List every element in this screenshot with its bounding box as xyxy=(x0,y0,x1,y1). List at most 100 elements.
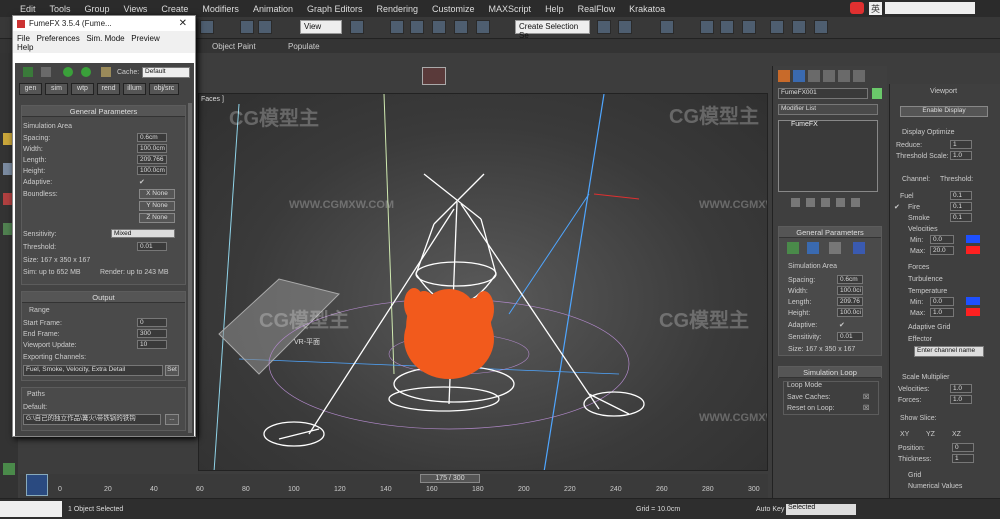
curve-editor-icon[interactable] xyxy=(700,20,714,34)
fumefx-render-thumb-icon[interactable] xyxy=(422,67,446,85)
timeline[interactable]: 175 / 300 0 20 40 60 80 100 120 140 160 180 200 220… xyxy=(20,474,768,498)
snap-icon[interactable] xyxy=(390,20,404,34)
menu-realflow[interactable]: RealFlow xyxy=(578,4,616,14)
sensitivity-select[interactable]: Mixed xyxy=(111,229,175,238)
tab-wtp[interactable]: wtp xyxy=(71,83,94,95)
smoke-threshold-field[interactable]: 0.1 xyxy=(950,213,972,222)
enable-display-button[interactable]: Enable Display xyxy=(900,106,988,117)
set-channels-button[interactable]: Set xyxy=(165,365,179,376)
fumefx-titlebar[interactable]: FumeFX 3.5.4 (Fume... ✕ xyxy=(13,16,195,31)
slice-position-field[interactable]: 0 xyxy=(952,443,974,452)
remove-modifier-icon[interactable] xyxy=(836,198,845,207)
slice-thickness-field[interactable]: 1 xyxy=(952,454,974,463)
populate-tab[interactable]: Populate xyxy=(288,42,320,51)
fume-menu-preferences[interactable]: Preferences xyxy=(37,34,80,43)
spacing-field[interactable]: 0.6cm xyxy=(137,133,167,142)
fire-checkbox[interactable]: ✔ xyxy=(894,203,900,211)
ime-logo-icon[interactable] xyxy=(850,2,864,14)
select-rotate-icon[interactable] xyxy=(258,20,272,34)
angle-snap-icon[interactable] xyxy=(410,20,424,34)
stack-item-fumefx[interactable]: FumeFX xyxy=(779,121,877,131)
fumefx-wavelet-icon[interactable] xyxy=(853,242,865,254)
menu-graph-editors[interactable]: Graph Editors xyxy=(307,4,363,14)
render-icon[interactable] xyxy=(814,20,828,34)
vel-min-field[interactable]: 0.0 xyxy=(930,235,954,244)
temp-min-field[interactable]: 0.0 xyxy=(930,297,954,306)
general-title[interactable]: General Parameters xyxy=(22,106,185,117)
temp-min-color[interactable] xyxy=(966,297,980,305)
material-editor-icon[interactable] xyxy=(742,20,756,34)
key-filter-select[interactable]: Selected xyxy=(786,504,856,515)
utilities-tab-icon[interactable] xyxy=(853,70,865,82)
display-tab-icon[interactable] xyxy=(838,70,850,82)
modifier-list-select[interactable]: Modifier List xyxy=(778,104,878,115)
sim-loop-title[interactable]: Simulation Loop xyxy=(779,367,881,378)
save-caches-checkbox[interactable]: ☒ xyxy=(863,393,869,401)
vel-max-color[interactable] xyxy=(966,246,980,254)
turbulence-channel[interactable]: Turbulence xyxy=(908,276,943,283)
menu-views[interactable]: Views xyxy=(124,4,148,14)
reset-on-loop-checkbox[interactable]: ☒ xyxy=(863,404,869,412)
tab-gen[interactable]: gen xyxy=(19,83,42,95)
fuel-threshold-field[interactable]: 0.1 xyxy=(950,191,972,200)
menu-rendering[interactable]: Rendering xyxy=(377,4,419,14)
percent-snap-icon[interactable] xyxy=(432,20,446,34)
pin-stack-icon[interactable] xyxy=(791,198,800,207)
forces-channel[interactable]: Forces xyxy=(908,264,929,271)
hierarchy-tab-icon[interactable] xyxy=(808,70,820,82)
fume-menu-preview[interactable]: Preview xyxy=(131,34,159,43)
fume-menu-help[interactable]: Help xyxy=(17,43,33,52)
tab-rend[interactable]: rend xyxy=(97,83,120,95)
vel-min-color[interactable] xyxy=(966,235,980,243)
unlink-icon[interactable] xyxy=(200,20,214,34)
effector-channel[interactable]: Effector xyxy=(908,336,932,343)
fume-menu-sim-mode[interactable]: Sim. Mode xyxy=(86,34,124,43)
cmd-sensitivity-field[interactable]: 0.01 xyxy=(837,332,863,341)
edit-named-sel-icon[interactable] xyxy=(476,20,490,34)
slice-xz-radio[interactable]: XZ xyxy=(952,431,961,438)
scale-forces-field[interactable]: 1.0 xyxy=(950,395,972,404)
viewport-layout-icon[interactable] xyxy=(26,474,48,496)
fire-channel[interactable]: Fire xyxy=(908,204,920,211)
reduce-field[interactable]: 1 xyxy=(950,140,972,149)
modify-tab-icon[interactable] xyxy=(793,70,805,82)
menu-krakatoa[interactable]: Krakatoa xyxy=(629,4,665,14)
temperature-channel[interactable]: Temperature xyxy=(908,288,947,295)
temp-max-field[interactable]: 1.0 xyxy=(930,308,954,317)
schematic-icon[interactable] xyxy=(720,20,734,34)
start-frame-field[interactable]: 0 xyxy=(137,318,167,327)
smoke-channel[interactable]: Smoke xyxy=(908,215,930,222)
fuel-channel[interactable]: Fuel xyxy=(900,193,914,200)
adaptive-grid-channel[interactable]: Adaptive Grid xyxy=(908,324,950,331)
menu-edit[interactable]: Edit xyxy=(20,4,36,14)
spinner-snap-icon[interactable] xyxy=(454,20,468,34)
fumefx-sim-icon[interactable] xyxy=(829,242,841,254)
show-end-result-icon[interactable] xyxy=(806,198,815,207)
make-unique-icon[interactable] xyxy=(821,198,830,207)
width-field[interactable]: 100.0cm xyxy=(137,144,167,153)
layer-icon[interactable] xyxy=(660,20,674,34)
select-move-icon[interactable] xyxy=(240,20,254,34)
scale-velocities-field[interactable]: 1.0 xyxy=(950,384,972,393)
tree-icon[interactable] xyxy=(3,463,15,475)
tab-sim[interactable]: sim xyxy=(45,83,68,95)
play-icon[interactable] xyxy=(63,67,73,77)
end-frame-field[interactable]: 300 xyxy=(137,329,167,338)
object-color-swatch[interactable] xyxy=(872,88,882,99)
close-icon[interactable]: ✕ xyxy=(179,18,187,29)
cache-icon[interactable] xyxy=(101,67,111,77)
cmd-adaptive-checkbox[interactable]: ✔ xyxy=(839,321,845,329)
rendered-frame-icon[interactable] xyxy=(792,20,806,34)
length-field[interactable]: 209.766 xyxy=(137,155,167,164)
ime-mode[interactable]: 英 xyxy=(869,2,883,15)
cmd-length-field[interactable]: 209.76 xyxy=(837,297,863,306)
enter-channel-field[interactable]: Enter channel name xyxy=(914,346,984,357)
pivot-icon[interactable] xyxy=(350,20,364,34)
sim-icon[interactable] xyxy=(23,67,33,77)
menu-maxscript[interactable]: MAXScript xyxy=(489,4,532,14)
menu-animation[interactable]: Animation xyxy=(253,4,293,14)
fumefx-grid-icon[interactable] xyxy=(807,242,819,254)
fire-threshold-field[interactable]: 0.1 xyxy=(950,202,972,211)
auto-key-button[interactable]: Auto Key xyxy=(756,506,784,513)
cmd-height-field[interactable]: 100.0ci xyxy=(837,308,863,317)
